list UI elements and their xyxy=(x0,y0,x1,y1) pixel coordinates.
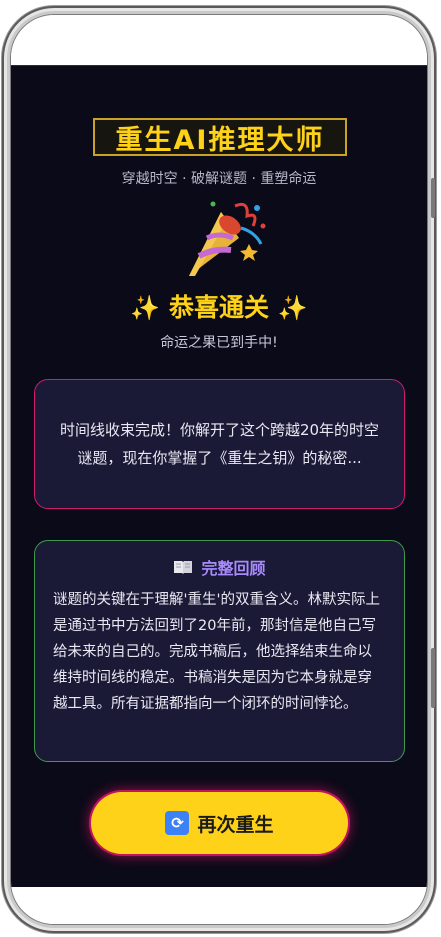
app-title-box: 重生AI推理大师 xyxy=(93,118,347,156)
game-screen: 重生AI推理大师 穿越时空 · 破解谜题 · 重塑命运 ✨ 恭喜通关 ✨ 命运之… xyxy=(11,65,427,887)
review-title: 完整回顾 xyxy=(201,559,266,578)
review-text: 谜题的关键在于理解'重生'的双重含义。林默实际上是通过书中方法回到了20年前，那… xyxy=(53,592,380,712)
review-heading: 完整回顾 xyxy=(53,555,386,579)
home-indicator-area xyxy=(11,887,427,924)
open-book-icon xyxy=(174,561,193,574)
congrats-heading: ✨ 恭喜通关 ✨ xyxy=(11,288,427,324)
rebirth-again-label: 再次重生 xyxy=(197,813,274,836)
phone-frame: 重生AI推理大师 穿越时空 · 破解谜题 · 重塑命运 ✨ 恭喜通关 ✨ 命运之… xyxy=(2,6,436,933)
congrats-title: 恭喜通关 xyxy=(168,293,269,322)
rebirth-again-button[interactable]: ⟳ 再次重生 xyxy=(91,792,348,854)
party-popper-icon xyxy=(189,201,266,276)
summary-text: 时间线收束完成！你解开了这个跨越20年的时空谜题，现在你掌握了《重生之钥》的秘密… xyxy=(59,421,380,467)
review-card: 完整回顾 谜题的关键在于理解'重生'的双重含义。林默实际上是通过书中方法回到了2… xyxy=(34,540,405,762)
sparkle-icon: ✨ xyxy=(130,294,161,322)
status-bar xyxy=(11,15,427,65)
phone-screen: 重生AI推理大师 穿越时空 · 破解谜题 · 重塑命运 ✨ 恭喜通关 ✨ 命运之… xyxy=(10,14,428,925)
cycle-arrows-icon: ⟳ xyxy=(165,811,190,835)
app-title: 重生AI推理大师 xyxy=(115,124,325,156)
volume-button xyxy=(431,178,435,218)
summary-card: 时间线收束完成！你解开了这个跨越20年的时空谜题，现在你掌握了《重生之钥》的秘密… xyxy=(34,379,405,509)
sparkle-icon: ✨ xyxy=(277,294,308,322)
power-button xyxy=(431,648,435,708)
app-subtitle: 穿越时空 · 破解谜题 · 重塑命运 xyxy=(121,171,317,187)
congrats-subtitle: 命运之果已到手中! xyxy=(160,335,278,351)
